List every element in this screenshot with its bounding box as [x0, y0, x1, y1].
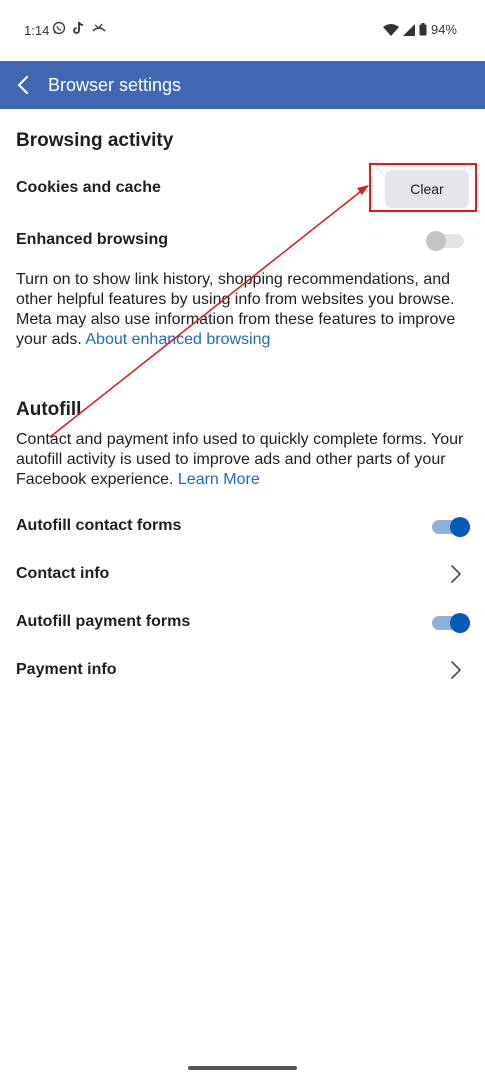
cookies-cache-label: Cookies and cache — [16, 179, 161, 196]
autofill-payment-forms-toggle[interactable] — [430, 611, 470, 635]
enhanced-browsing-toggle[interactable] — [426, 229, 466, 253]
missed-call-icon — [92, 23, 106, 32]
learn-more-link[interactable]: Learn More — [178, 471, 260, 488]
enhanced-browsing-description: Turn on to show link history, shopping r… — [16, 271, 456, 348]
payment-info-label[interactable]: Payment info — [16, 661, 116, 679]
enhanced-browsing-label: Enhanced browsing — [16, 231, 169, 248]
page-title: Browser settings — [48, 74, 182, 95]
autofill-heading: Autofill — [16, 399, 82, 420]
contact-info-label[interactable]: Contact info — [16, 565, 109, 583]
chevron-right-icon[interactable] — [448, 562, 464, 586]
autofill-description: Contact and payment info used to quickly… — [16, 431, 464, 488]
browsing-activity-heading: Browsing activity — [16, 130, 174, 151]
annotation-highlight-box — [369, 163, 477, 212]
autofill-contact-forms-label: Autofill contact forms — [16, 517, 182, 534]
status-time: 1:14 — [24, 23, 50, 38]
battery-percent: 94% — [430, 22, 457, 37]
battery-icon — [419, 23, 427, 36]
status-bar: 1:14 94% — [0, 0, 485, 61]
tiktok-icon — [73, 21, 84, 34]
chevron-right-icon[interactable] — [448, 658, 464, 682]
autofill-payment-forms-label: Autofill payment forms — [16, 613, 191, 630]
gesture-nav-handle[interactable] — [188, 1066, 297, 1070]
whatsapp-icon — [52, 21, 66, 35]
app-bar: Browser settings — [0, 61, 485, 109]
autofill-contact-forms-toggle[interactable] — [430, 515, 470, 539]
wifi-icon — [382, 23, 399, 36]
annotation-arrow — [49, 185, 369, 438]
about-enhanced-browsing-link[interactable]: About enhanced browsing — [85, 331, 270, 348]
back-button[interactable] — [0, 61, 46, 109]
chevron-left-icon — [17, 75, 29, 95]
signal-icon — [402, 23, 415, 36]
